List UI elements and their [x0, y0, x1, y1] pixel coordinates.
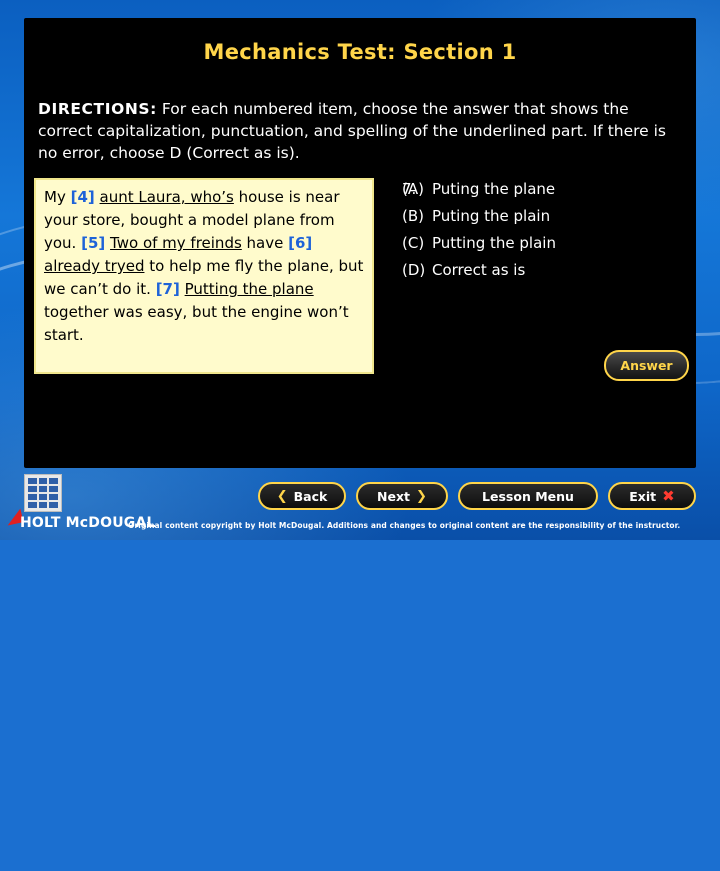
- copyright-text: Original content copyright by Holt McDou…: [128, 521, 681, 530]
- choice-c-text: Putting the plain: [432, 234, 556, 252]
- passage-text: My: [44, 188, 71, 206]
- choice-b-text: Puting the plain: [432, 207, 551, 225]
- underlined-part: Two of my freinds: [110, 234, 242, 252]
- back-button-label: Back: [293, 488, 328, 504]
- choice-a[interactable]: (A) Puting the plane: [402, 176, 692, 203]
- next-button-label: Next: [377, 488, 411, 504]
- chevron-right-icon: ❯: [416, 488, 427, 504]
- item-number: [6]: [288, 234, 313, 252]
- lesson-menu-label: Lesson Menu: [482, 488, 574, 504]
- choice-c[interactable]: (C) Putting the plain: [402, 230, 692, 257]
- passage-box: My [4] aunt Laura, who’s house is near y…: [34, 178, 374, 374]
- directions-text: DIRECTIONS: For each numbered item, choo…: [38, 98, 678, 164]
- next-button[interactable]: Next ❯: [356, 482, 448, 510]
- answer-button[interactable]: Answer: [604, 350, 689, 381]
- slide-canvas: Mechanics Test: Section 1 DIRECTIONS: Fo…: [0, 0, 720, 871]
- back-button[interactable]: ❮ Back: [258, 482, 346, 510]
- holt-mcdougal-logo-icon: [24, 474, 62, 512]
- choice-d-label: (D): [402, 261, 426, 279]
- choice-list: (A) Puting the plane (B) Puting the plain …: [402, 176, 692, 284]
- choice-d[interactable]: (D) Correct as is: [402, 257, 692, 284]
- directions-label: DIRECTIONS:: [38, 100, 157, 118]
- chevron-left-icon: ❮: [276, 488, 288, 504]
- choice-c-label: (C): [402, 234, 425, 252]
- question-number: 7.: [402, 180, 417, 198]
- item-number: [7]: [155, 280, 180, 298]
- choice-b-label: (B): [402, 207, 424, 225]
- choice-d-text: Correct as is: [432, 261, 526, 279]
- question-block: 7. (A) Puting the plane (B) Puting the pla…: [402, 176, 692, 284]
- exit-button-label: Exit: [629, 488, 657, 504]
- exit-button[interactable]: Exit ✖: [608, 482, 696, 510]
- item-number: [5]: [81, 234, 106, 252]
- item-number: [4]: [70, 188, 95, 206]
- underlined-part: already tryed: [44, 257, 145, 275]
- lesson-menu-button[interactable]: Lesson Menu: [458, 482, 598, 510]
- choice-a-text: Puting the plane: [432, 180, 556, 198]
- close-icon: ✖: [662, 487, 675, 505]
- underlined-part: Putting the plane: [184, 280, 314, 298]
- underlined-part: aunt Laura, who’s: [99, 188, 234, 206]
- passage-text: have: [241, 234, 289, 252]
- page-title: Mechanics Test: Section 1: [203, 40, 517, 64]
- passage-text: together was easy, but the engine won’t …: [44, 303, 349, 344]
- content-panel: Mechanics Test: Section 1 DIRECTIONS: Fo…: [24, 18, 696, 468]
- choice-b[interactable]: (B) Puting the plain: [402, 203, 692, 230]
